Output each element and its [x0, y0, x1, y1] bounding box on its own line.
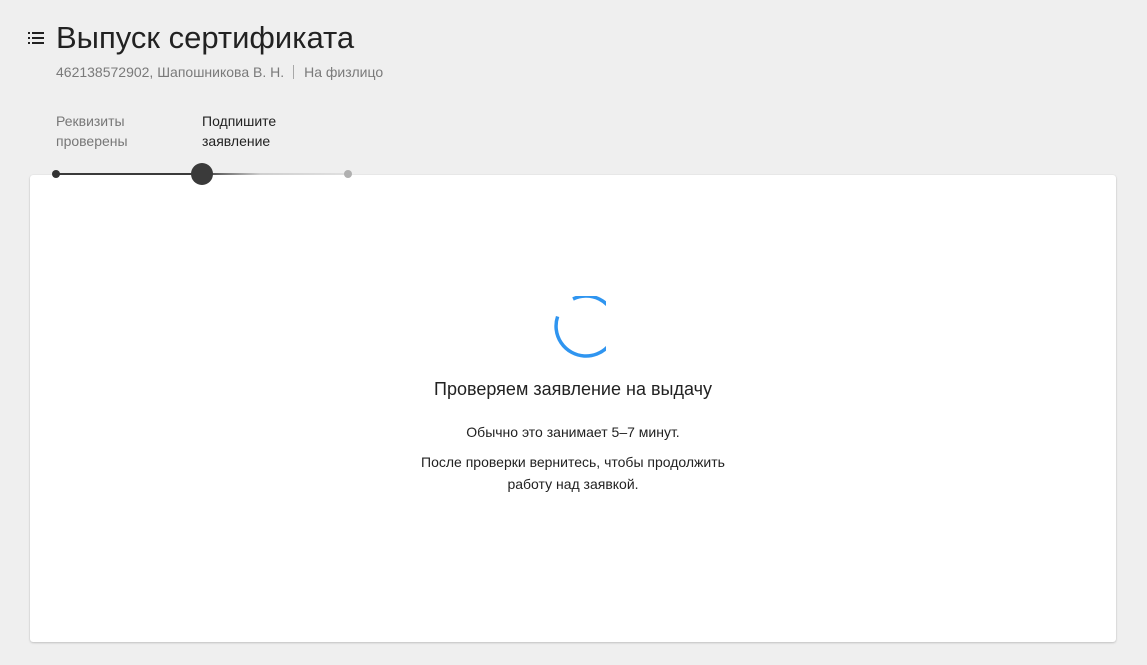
- status-title: Проверяем заявление на выдачу: [434, 379, 712, 399]
- applicant-info: 462138572902, Шапошникова В. Н.: [56, 64, 285, 80]
- status-card: Проверяем заявление на выдачу Обычно это…: [30, 175, 1116, 642]
- step-label-sign: Подпишите заявление: [202, 111, 302, 151]
- subtitle-divider: [293, 65, 295, 79]
- loading-spinner-icon: [540, 296, 606, 362]
- step-dot-pending: [344, 170, 352, 178]
- step-label-line: Реквизиты: [56, 113, 125, 129]
- step-label-requisites: Реквизиты проверены: [56, 111, 156, 151]
- progress-stepper: [0, 158, 400, 190]
- list-icon[interactable]: [28, 32, 44, 44]
- page-title: Выпуск сертификата: [56, 20, 355, 55]
- stepper-line-pending: [202, 173, 348, 175]
- step-dot-completed: [52, 170, 60, 178]
- step-label-line: заявление: [202, 133, 271, 149]
- status-return-line: работу над заявкой.: [507, 476, 639, 492]
- step-label-line: проверены: [56, 133, 128, 149]
- step-dot-current: [191, 163, 213, 185]
- status-return-line: После проверки вернитесь, чтобы продолжи…: [421, 454, 725, 470]
- step-label-line: Подпишите: [202, 113, 277, 129]
- status-duration-text: Обычно это занимает 5–7 минут.: [466, 424, 680, 440]
- stepper-line-completed: [56, 173, 202, 175]
- page-subtitle: 462138572902, Шапошникова В. Н. На физлиц…: [56, 63, 383, 81]
- status-return-text: После проверки вернитесь, чтобы продолжи…: [30, 451, 1116, 495]
- certificate-type: На физлицо: [304, 64, 384, 80]
